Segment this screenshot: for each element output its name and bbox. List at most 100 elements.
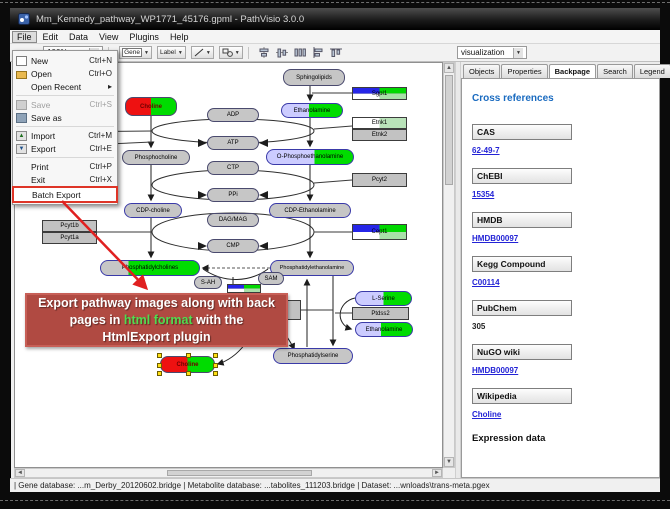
gene-tool-button[interactable]: Gene ▼ (119, 46, 152, 59)
toolbar-separator (248, 47, 249, 59)
gene-node-cept1[interactable]: Cept1 (352, 224, 407, 240)
menu-help[interactable]: Help (165, 31, 194, 43)
frame-edge-top (0, 2, 670, 3)
chevron-down-icon[interactable]: ▼ (235, 50, 240, 56)
gene-tool-label: Gene (122, 48, 142, 57)
selection-handle[interactable] (157, 353, 162, 358)
scroll-right-icon[interactable]: ► (432, 469, 442, 477)
scroll-up-icon[interactable]: ▲ (444, 63, 454, 73)
menu-item-batch-export[interactable]: Batch Export (14, 188, 116, 201)
gene-node-etnk1[interactable]: Etnk1 (352, 117, 407, 129)
node-adp[interactable]: ADP (207, 108, 259, 122)
selection-handle[interactable] (157, 363, 162, 368)
menu-view[interactable]: View (94, 31, 123, 43)
selection-handle[interactable] (157, 371, 162, 376)
scroll-down-icon[interactable]: ▼ (444, 457, 454, 467)
gene-node-ptdss2[interactable]: Ptdss2 (352, 307, 409, 320)
tab-properties[interactable]: Properties (501, 64, 547, 78)
gene-node-sgpl1[interactable]: Sgpl1 (352, 87, 407, 100)
chevron-down-icon[interactable]: ▼ (206, 50, 211, 56)
align-center-y-button[interactable] (275, 46, 290, 59)
node-l-serine[interactable]: L-Serine (355, 291, 412, 306)
menu-item-exit[interactable]: Exit Ctrl+X (13, 173, 117, 186)
chevron-down-icon[interactable]: ▼ (178, 50, 183, 56)
node-ethanolamine-top[interactable]: Ethanolamine (281, 103, 343, 118)
save-as-disk-icon (16, 113, 27, 123)
node-sah[interactable]: S-AH (194, 276, 222, 289)
menu-item-export[interactable]: ▼ Export Ctrl+E (13, 142, 117, 155)
menu-item-import[interactable]: ▲ Import Ctrl+M (13, 129, 117, 142)
xref-link-nugo[interactable]: HMDB00097 (472, 366, 649, 375)
chevron-down-icon[interactable]: ▼ (144, 50, 149, 56)
tab-legend[interactable]: Legend (634, 64, 670, 78)
node-choline-top[interactable]: Choline (125, 97, 177, 116)
menu-item-new[interactable]: New Ctrl+N (13, 54, 117, 67)
new-document-icon (16, 56, 27, 66)
node-sam[interactable]: SAM (258, 272, 284, 285)
line-tool-button[interactable]: ▼ (191, 46, 214, 59)
menu-data[interactable]: Data (64, 31, 93, 43)
selection-handle[interactable] (213, 363, 218, 368)
menu-item-shortcut: Ctrl+X (90, 175, 112, 184)
menu-plugins[interactable]: Plugins (124, 31, 164, 43)
annotation-line2-post: with the (193, 313, 244, 327)
gene-node-pcyt1b[interactable]: Pcyt1b (42, 220, 97, 232)
horizontal-scroll-thumb[interactable] (167, 470, 312, 476)
node-ethanolamine-bottom[interactable]: Ethanolamine (355, 322, 413, 337)
selection-handle[interactable] (186, 371, 191, 376)
node-phosphatidylserine[interactable]: Phosphatidylserine (273, 348, 353, 364)
node-cdp-ethanolamine[interactable]: CDP-Ethanolamine (269, 203, 351, 218)
node-choline-selected[interactable]: Choline (160, 356, 215, 373)
menu-item-open-recent[interactable]: Open Recent ▸ (13, 80, 117, 93)
tab-backpage[interactable]: Backpage (549, 64, 596, 79)
xref-link-cas[interactable]: 62-49-7 (472, 146, 649, 155)
tab-search[interactable]: Search (597, 64, 633, 78)
node-cdp-choline[interactable]: CDP-choline (124, 203, 182, 218)
node-cmp[interactable]: CMP (207, 239, 259, 253)
node-ppi[interactable]: PPi (207, 188, 259, 202)
menu-item-print[interactable]: Print Ctrl+P (13, 160, 117, 173)
horizontal-scrollbar[interactable]: ◄ ► (14, 468, 443, 478)
chevron-down-icon[interactable]: ▼ (513, 48, 523, 58)
node-atp[interactable]: ATP (207, 136, 259, 150)
menu-item-shortcut: Ctrl+E (90, 144, 112, 153)
scroll-left-icon[interactable]: ◄ (15, 469, 25, 477)
menu-item-save-as[interactable]: Save as (13, 111, 117, 124)
shape-tool-button[interactable]: ▼ (219, 46, 243, 59)
align-center-x-button[interactable] (257, 46, 272, 59)
gene-node-pcyt2[interactable]: Pcyt2 (352, 173, 407, 187)
selection-handle[interactable] (186, 353, 191, 358)
xref-header-cas: CAS (472, 124, 572, 140)
xref-link-kegg[interactable]: C00114 (472, 278, 649, 287)
vertical-scroll-thumb[interactable] (445, 75, 453, 185)
menu-edit[interactable]: Edit (38, 31, 64, 43)
align-left-button[interactable] (311, 46, 326, 59)
visualization-select[interactable]: visualization ▼ (457, 46, 527, 59)
menu-item-label: Open Recent (31, 82, 108, 92)
shapes-icon (222, 48, 233, 57)
gene-node-pemt[interactable] (227, 284, 261, 293)
xref-link-chebi[interactable]: 15354 (472, 190, 649, 199)
label-tool-button[interactable]: Label ▼ (157, 46, 186, 59)
node-phosphocholine[interactable]: Phosphocholine (122, 150, 190, 165)
node-phosphatidylcholines[interactable]: Phosphatidylcholines (100, 260, 200, 276)
tab-objects[interactable]: Objects (463, 64, 500, 78)
distribute-horizontal-button[interactable] (293, 46, 308, 59)
menu-file[interactable]: File (12, 31, 37, 43)
menu-item-save[interactable]: Save Ctrl+S (13, 98, 117, 111)
xref-link-wikipedia[interactable]: Choline (472, 410, 649, 419)
menu-item-open[interactable]: Open Ctrl+O (13, 67, 117, 80)
selection-handle[interactable] (213, 353, 218, 358)
selection-handle[interactable] (213, 371, 218, 376)
vertical-scrollbar[interactable]: ▲ ▼ (443, 62, 455, 468)
node-o-phosphoethanolamine[interactable]: O-Phosphoethanolamine (266, 149, 354, 165)
node-dag-mag[interactable]: DAG/MAG (207, 213, 259, 227)
menu-item-label: Batch Export (32, 190, 111, 200)
node-sphingolipids[interactable]: Sphingolipids (283, 69, 345, 86)
gene-node-pcyt1a[interactable]: Pcyt1a (42, 232, 97, 244)
align-center-y-icon (276, 47, 288, 58)
gene-node-etnk2[interactable]: Etnk2 (352, 129, 407, 141)
node-ctp[interactable]: CTP (207, 161, 259, 175)
align-top-button[interactable] (329, 46, 344, 59)
xref-link-hmdb[interactable]: HMDB00097 (472, 234, 649, 243)
